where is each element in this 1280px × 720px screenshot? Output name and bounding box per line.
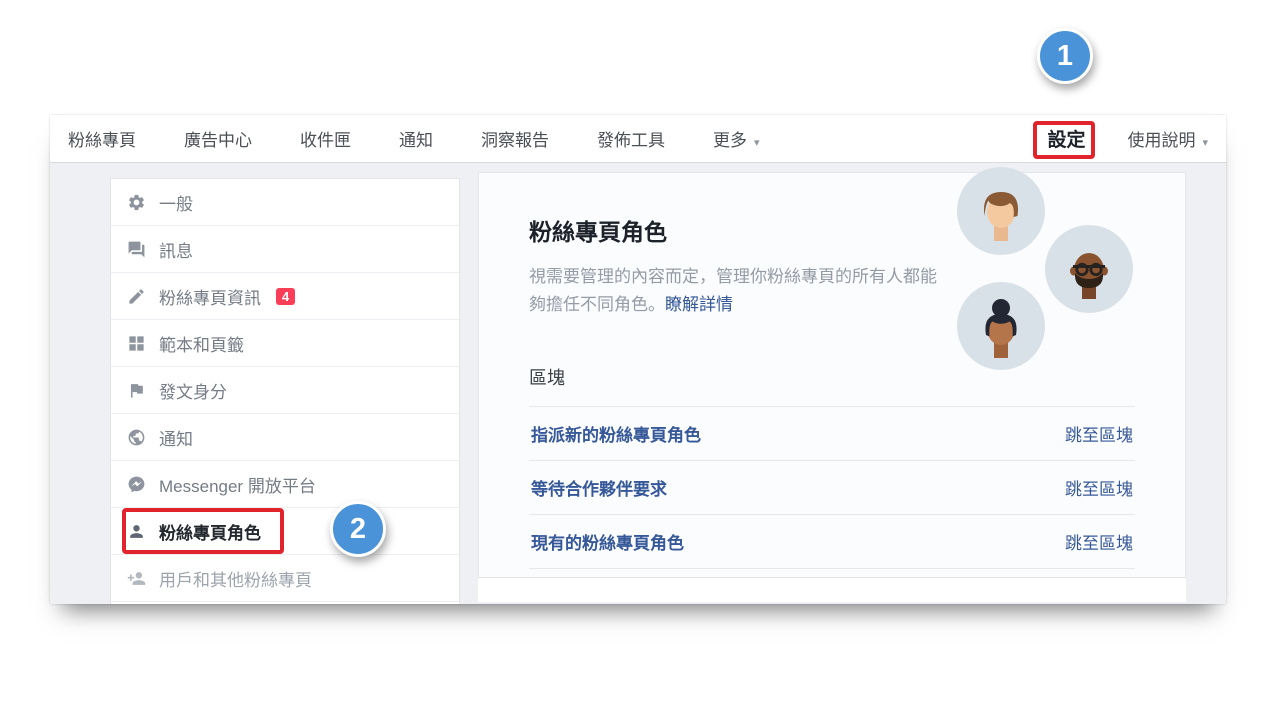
person-add-icon: [127, 569, 146, 588]
avatar-man-glasses-illustration: [1045, 225, 1133, 313]
nav-tab-notifications[interactable]: 通知: [399, 126, 433, 151]
sidebar-item-general[interactable]: 一般: [111, 179, 459, 226]
sidebar-item-page-roles[interactable]: 粉絲專頁角色: [111, 508, 459, 555]
learn-more-link[interactable]: 瞭解詳情: [665, 295, 733, 314]
sections-list: 指派新的粉絲專頁角色 跳至區塊 等待合作夥伴要求 跳至區塊 現有的粉絲專頁角色 …: [529, 406, 1135, 569]
chat-bubbles-icon: [127, 240, 146, 259]
sidebar-item-label: 粉絲專頁角色: [159, 519, 261, 544]
sidebar-item-post-attribution[interactable]: 發文身分: [111, 367, 459, 414]
section-row-pending-partner-requests: 等待合作夥伴要求 跳至區塊: [529, 460, 1135, 514]
sidebar-item-label: 發文身分: [159, 378, 227, 403]
next-card-strip: [478, 578, 1186, 602]
facebook-settings-window: 粉絲專頁 廣告中心 收件匣 通知 洞察報告 發佈工具 更多▾ 設定 使用說明▾ …: [50, 115, 1226, 604]
sidebar-item-label: 範本和頁籤: [159, 331, 244, 356]
sidebar-item-templates-tabs[interactable]: 範本和頁籤: [111, 320, 459, 367]
settings-sidebar: 一般 訊息 粉絲專頁資訊 4 範本和頁籤 發文身分 通知 Messenger 開…: [110, 178, 460, 604]
section-link[interactable]: 指派新的粉絲專頁角色: [531, 421, 701, 446]
jump-to-section-link[interactable]: 跳至區塊: [1065, 475, 1133, 500]
top-nav: 粉絲專頁 廣告中心 收件匣 通知 洞察報告 發佈工具 更多 ▾ 設定 使用說明 ▾: [50, 115, 1226, 163]
gear-icon: [127, 193, 146, 212]
nav-tab-settings[interactable]: 設定: [1047, 125, 1085, 152]
nav-tab-publishing-tools[interactable]: 發佈工具: [597, 126, 665, 151]
sidebar-item-label: 粉絲專頁資訊: [159, 284, 261, 309]
person-icon: [127, 522, 146, 541]
section-row-existing-page-roles: 現有的粉絲專頁角色 跳至區塊: [529, 514, 1135, 568]
nav-help-label: 使用說明: [1127, 131, 1195, 150]
page-description: 視需要管理的內容而定，管理你粉絲專頁的所有人都能夠擔任不同角色。瞭解詳情: [529, 263, 941, 318]
description-text: 視需要管理的內容而定，管理你粉絲專頁的所有人都能夠擔任不同角色。: [529, 267, 937, 314]
avatar-woman-bob-illustration: [957, 167, 1045, 255]
section-row-assign-new-role: 指派新的粉絲專頁角色 跳至區塊: [529, 406, 1135, 460]
sidebar-item-label: 一般: [159, 190, 193, 215]
nav-tab-inbox[interactable]: 收件匣: [300, 126, 351, 151]
section-link[interactable]: 現有的粉絲專頁角色: [531, 529, 684, 554]
globe-icon: [127, 428, 146, 447]
notification-count-badge: 4: [276, 288, 295, 305]
flag-icon: [127, 381, 146, 400]
messenger-icon: [127, 475, 146, 494]
step-1-badge: 1: [1037, 28, 1093, 84]
jump-to-section-link[interactable]: 跳至區塊: [1065, 421, 1133, 446]
grid-icon: [127, 334, 146, 353]
nav-tab-page[interactable]: 粉絲專頁: [68, 126, 136, 151]
jump-to-section-link[interactable]: 跳至區塊: [1065, 529, 1133, 554]
nav-right-group: 設定 使用說明 ▾: [1047, 125, 1208, 152]
sidebar-item-people-other-pages[interactable]: 用戶和其他粉絲專頁: [111, 555, 459, 602]
nav-tab-insights[interactable]: 洞察報告: [481, 126, 549, 151]
nav-more-label: 更多: [713, 131, 747, 150]
sidebar-item-label: 用戶和其他粉絲專頁: [159, 566, 312, 591]
sidebar-item-label: 訊息: [159, 237, 193, 262]
sidebar-item-page-info[interactable]: 粉絲專頁資訊 4: [111, 273, 459, 320]
nav-tab-more[interactable]: 更多 ▾: [713, 126, 760, 151]
avatar-woman-bun-illustration: [957, 282, 1045, 370]
nav-tab-help[interactable]: 使用說明 ▾: [1127, 126, 1208, 151]
nav-tab-ad-center[interactable]: 廣告中心: [184, 126, 252, 151]
page-roles-panel: 粉絲專頁角色 視需要管理的內容而定，管理你粉絲專頁的所有人都能夠擔任不同角色。瞭…: [478, 172, 1186, 578]
sidebar-item-label: 通知: [159, 425, 193, 450]
section-link[interactable]: 等待合作夥伴要求: [531, 475, 667, 500]
sidebar-item-notifications[interactable]: 通知: [111, 414, 459, 461]
sidebar-item-messaging[interactable]: 訊息: [111, 226, 459, 273]
chevron-down-icon: ▾: [754, 137, 760, 149]
sidebar-item-messenger-platform[interactable]: Messenger 開放平台: [111, 461, 459, 508]
sidebar-item-label: Messenger 開放平台: [159, 472, 316, 497]
chevron-down-icon: ▾: [1202, 137, 1208, 149]
pencil-icon: [127, 287, 146, 306]
